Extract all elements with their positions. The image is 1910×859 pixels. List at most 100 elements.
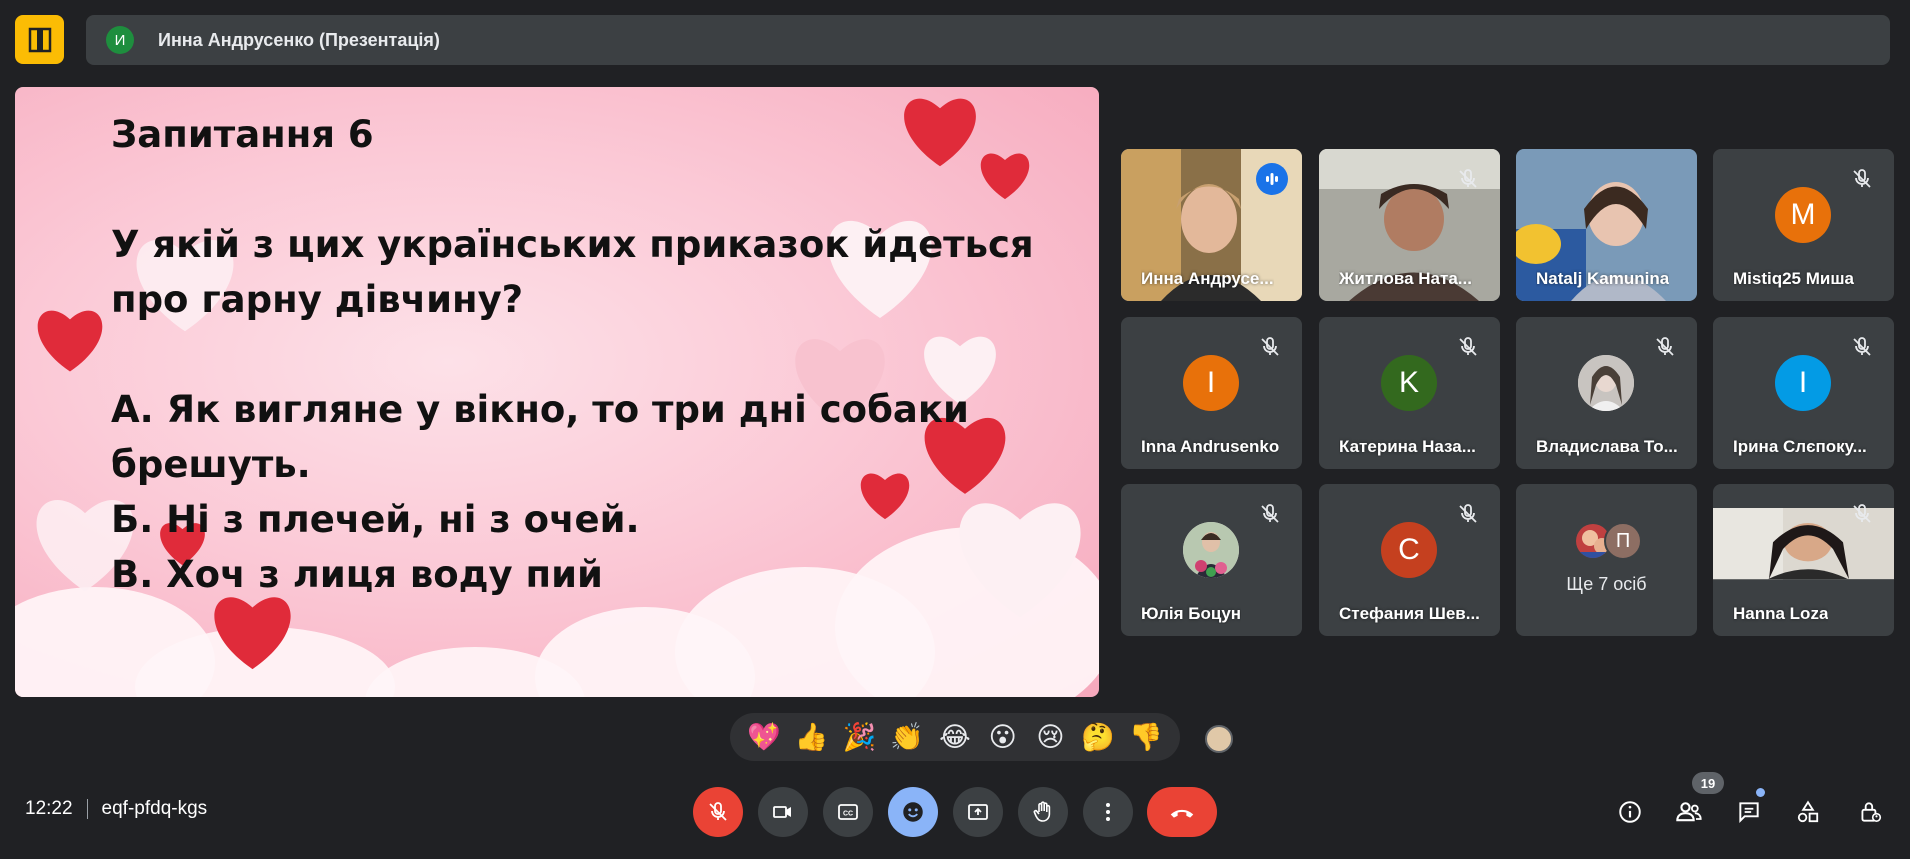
others-label: Ще 7 осіб bbox=[1566, 574, 1647, 594]
reaction-party-popper[interactable]: 🎉 bbox=[838, 716, 880, 758]
participant-name: Mistiq25 Миша bbox=[1733, 269, 1854, 288]
participant-tile[interactable]: Natalj Kamunina bbox=[1516, 149, 1697, 301]
meeting-details-button[interactable] bbox=[1610, 792, 1650, 832]
mic-off-icon bbox=[1261, 337, 1279, 356]
slide-line: Б. Ні з плечей, ні з очей. bbox=[111, 498, 640, 541]
activities-icon bbox=[1797, 800, 1819, 823]
slide-line: Запитання 6 bbox=[111, 113, 374, 156]
mic-off-icon bbox=[1261, 504, 1279, 523]
slide-line: В. Хоч з лиця воду пий bbox=[111, 553, 603, 596]
svg-text:CC: CC bbox=[843, 811, 853, 818]
participant-tile[interactable]: Владислава То... bbox=[1516, 317, 1697, 469]
reaction-thumbs-up[interactable]: 👍 bbox=[791, 716, 833, 758]
divider bbox=[86, 799, 88, 819]
participant-tile[interactable]: I Ірина Слєпоку... bbox=[1713, 317, 1894, 469]
participant-tile[interactable]: C Стефания Шев... bbox=[1319, 484, 1500, 636]
mic-off-icon bbox=[1459, 169, 1477, 188]
mic-off-icon bbox=[1853, 337, 1871, 356]
present-icon bbox=[968, 804, 988, 820]
mic-off-icon bbox=[709, 802, 727, 821]
reaction-surprised[interactable]: 😮 bbox=[982, 716, 1024, 758]
emoji-icon bbox=[903, 802, 923, 822]
slide-line: брешуть. bbox=[111, 443, 311, 486]
participant-name: Ірина Слєпоку... bbox=[1733, 437, 1867, 456]
presenter-bar[interactable]: И Инна Андрусенко (Презентація) bbox=[86, 15, 1890, 65]
participant-name: Житлова Ната... bbox=[1339, 269, 1472, 288]
camera-toggle-button[interactable] bbox=[758, 787, 808, 837]
participant-avatar-photo bbox=[1578, 355, 1634, 411]
participant-avatar-photo bbox=[1183, 522, 1239, 578]
mic-off-icon bbox=[1853, 169, 1871, 188]
more-vert-icon bbox=[1106, 803, 1110, 821]
mic-toggle-button[interactable] bbox=[693, 787, 743, 837]
participant-name: Катерина Наза... bbox=[1339, 437, 1476, 456]
others-avatar: П bbox=[1604, 522, 1642, 560]
slide-text: Запитання 6 У якій з цих українських при… bbox=[111, 107, 1034, 602]
reaction-sparkling-heart[interactable]: 💖 bbox=[743, 716, 785, 758]
others-tile[interactable]: П Ще 7 осіб bbox=[1516, 484, 1697, 636]
slide-line: про гарну дівчину? bbox=[111, 278, 524, 321]
info-icon bbox=[1619, 801, 1641, 823]
participant-name: Natalj Kamunina bbox=[1536, 269, 1670, 288]
people-icon bbox=[1676, 802, 1702, 822]
lock-person-icon bbox=[1861, 802, 1882, 823]
participant-name: Юлія Боцун bbox=[1141, 604, 1242, 623]
participant-name: Владислава То... bbox=[1536, 437, 1678, 456]
mic-off-icon bbox=[1656, 337, 1674, 356]
participant-tile[interactable]: Житлова Ната... bbox=[1319, 149, 1500, 301]
slide-line bbox=[111, 327, 1034, 382]
reactions-bar: 💖 👍 🎉 👏 😂 😮 😢 🤔 👎 bbox=[730, 713, 1180, 761]
hang-up-icon bbox=[1170, 809, 1194, 818]
more-options-button[interactable] bbox=[1083, 787, 1133, 837]
mic-off-icon bbox=[1459, 337, 1477, 356]
host-controls-button[interactable] bbox=[1850, 792, 1890, 832]
participant-avatar: K bbox=[1381, 355, 1437, 411]
captions-button[interactable]: CC bbox=[823, 787, 873, 837]
participant-avatar: M bbox=[1775, 187, 1831, 243]
reaction-clapping[interactable]: 👏 bbox=[886, 716, 928, 758]
participant-avatar: C bbox=[1381, 522, 1437, 578]
people-count-badge: 19 bbox=[1692, 772, 1724, 794]
participant-avatar: I bbox=[1775, 355, 1831, 411]
people-button[interactable] bbox=[1669, 792, 1709, 832]
mic-off-icon bbox=[1853, 504, 1871, 523]
heart-icon bbox=[37, 310, 103, 372]
meeting-code[interactable]: eqf-pfdq-kgs bbox=[102, 798, 208, 820]
presentation-slide: Запитання 6 У якій з цих українських при… bbox=[15, 87, 1099, 697]
participant-tile[interactable]: Hanna Loza bbox=[1713, 484, 1894, 636]
participant-name: Inna Andrusenko bbox=[1141, 437, 1280, 456]
chat-button[interactable] bbox=[1729, 792, 1769, 832]
leave-call-button[interactable] bbox=[1147, 787, 1217, 837]
skin-tone-picker[interactable] bbox=[1205, 725, 1233, 753]
slide-line bbox=[111, 162, 1034, 217]
participant-tile[interactable]: I Inna Andrusenko bbox=[1121, 317, 1302, 469]
clock: 12:22 bbox=[25, 798, 73, 819]
reaction-laughing[interactable]: 😂 bbox=[934, 716, 976, 758]
participant-name: Стефания Шев... bbox=[1339, 604, 1480, 623]
reactions-button[interactable] bbox=[888, 787, 938, 837]
captions-icon: CC bbox=[838, 804, 858, 820]
mic-off-icon bbox=[1459, 504, 1477, 523]
participant-tile[interactable]: M Mistiq25 Миша bbox=[1713, 149, 1894, 301]
participant-tile[interactable]: Юлія Боцун bbox=[1121, 484, 1302, 636]
chat-unread-dot bbox=[1756, 788, 1765, 797]
participant-tile[interactable]: K Катерина Наза... bbox=[1319, 317, 1500, 469]
slide-line: А. Як вигляне у вікно, то три дні собаки bbox=[111, 388, 969, 431]
reaction-crying[interactable]: 😢 bbox=[1029, 716, 1071, 758]
reaction-thumbs-down[interactable]: 👎 bbox=[1125, 716, 1167, 758]
reaction-thinking[interactable]: 🤔 bbox=[1077, 716, 1119, 758]
hand-icon bbox=[1033, 801, 1051, 822]
presenter-label: Инна Андрусенко (Презентація) bbox=[158, 29, 440, 50]
present-button[interactable] bbox=[953, 787, 1003, 837]
meet-logo-icon bbox=[15, 15, 64, 64]
participant-tile[interactable]: Инна Андрусе... bbox=[1121, 149, 1302, 301]
slide-line: У якій з цих українських приказок йдетьс… bbox=[111, 223, 1034, 266]
participant-avatar: I bbox=[1183, 355, 1239, 411]
presenter-avatar: И bbox=[106, 26, 134, 54]
chat-icon bbox=[1739, 802, 1759, 824]
participant-name: Инна Андрусе... bbox=[1141, 269, 1274, 288]
activities-button[interactable] bbox=[1788, 792, 1828, 832]
participant-name: Hanna Loza bbox=[1733, 604, 1829, 623]
speaking-indicator-icon bbox=[1256, 163, 1288, 195]
raise-hand-button[interactable] bbox=[1018, 787, 1068, 837]
